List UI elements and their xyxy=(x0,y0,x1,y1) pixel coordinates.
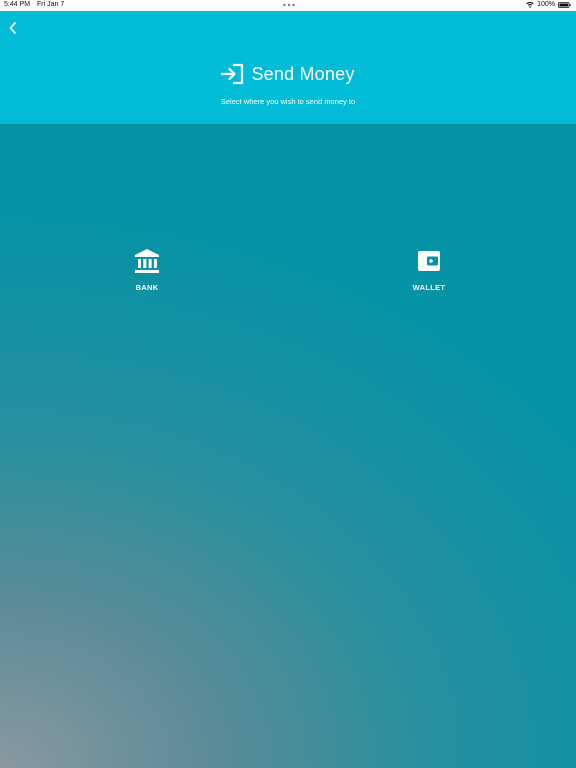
status-bar: 5:44 PM Fri Jan 7 100% xyxy=(0,0,576,11)
status-date: Fri Jan 7 xyxy=(37,1,65,8)
wallet-option-label: WALLET xyxy=(412,283,446,292)
page-subtitle: Select where you wish to send money to xyxy=(220,97,356,106)
wallet-icon xyxy=(418,251,440,271)
send-arrow-icon xyxy=(221,63,244,85)
page-title: Send Money xyxy=(251,63,355,84)
battery-percent: 100% xyxy=(537,1,555,8)
wifi-icon xyxy=(526,1,534,8)
status-time: 5:44 PM xyxy=(4,1,31,8)
status-right: 100% xyxy=(526,1,571,8)
bank-icon xyxy=(135,249,159,273)
more-dots-icon[interactable] xyxy=(282,2,296,8)
chevron-left-icon xyxy=(9,22,16,34)
back-button[interactable] xyxy=(5,20,21,36)
wallet-option[interactable]: WALLET xyxy=(399,248,459,292)
bank-option-label: BANK xyxy=(135,283,159,292)
header: Send Money Select where you wish to send… xyxy=(0,11,576,124)
send-money-screen: 5:44 PM Fri Jan 7 100% Send Money Select… xyxy=(0,0,576,768)
title-row: Send Money xyxy=(0,63,576,85)
bank-option[interactable]: BANK xyxy=(117,248,177,292)
battery-icon xyxy=(558,1,571,8)
